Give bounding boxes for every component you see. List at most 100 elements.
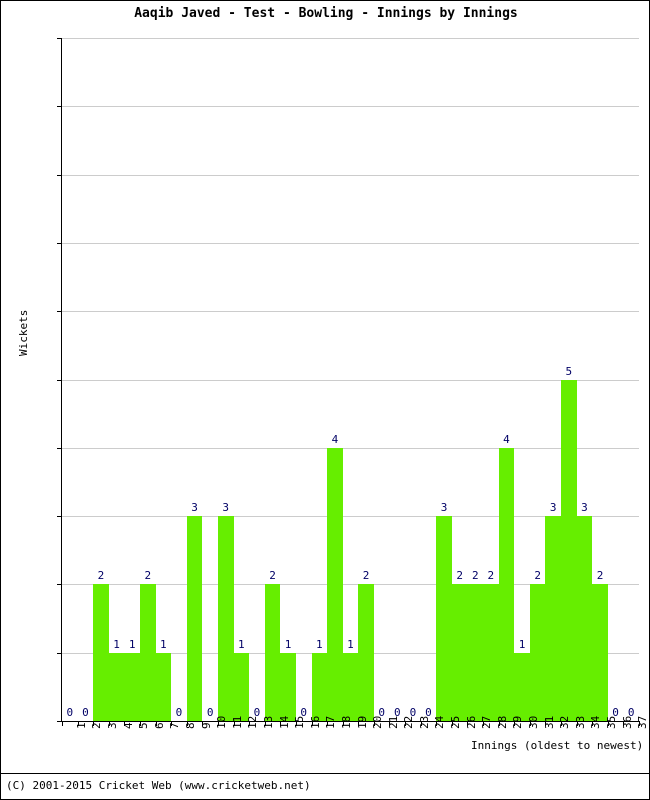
- x-tick-label: 3: [105, 722, 119, 729]
- bar-value-label: 1: [347, 637, 354, 651]
- y-tick-mark: [57, 379, 62, 381]
- x-tick-mark: [62, 721, 63, 726]
- x-tick-label: 23: [417, 715, 431, 729]
- bar-value-label: 3: [222, 501, 230, 515]
- gridline: [62, 106, 639, 108]
- bar: [545, 516, 562, 721]
- bar-value-label: 0: [82, 706, 89, 719]
- bar: [451, 584, 468, 721]
- x-tick-mark: [436, 721, 437, 726]
- x-tick-mark: [483, 721, 484, 726]
- x-tick-mark: [514, 721, 515, 726]
- bar: [264, 584, 281, 721]
- x-tick-mark: [140, 721, 141, 726]
- x-tick-mark: [249, 721, 250, 726]
- y-tick-mark: [57, 516, 62, 518]
- x-tick-label: 28: [495, 715, 509, 729]
- bar-value-label: 0: [175, 706, 183, 719]
- x-tick-mark: [374, 721, 375, 726]
- y-tick-mark: [57, 38, 62, 39]
- bar-value-label: 2: [362, 569, 370, 583]
- x-tick-mark: [639, 721, 640, 726]
- x-tick-mark: [93, 721, 94, 726]
- gridline: [62, 447, 639, 449]
- x-tick-mark: [467, 721, 468, 726]
- bar-value-label: 1: [113, 637, 120, 651]
- x-tick-mark: [187, 721, 188, 726]
- chart-title: Aaqib Javed - Test - Bowling - Innings b…: [134, 6, 518, 21]
- bar: [93, 584, 109, 721]
- x-tick-label: 33: [573, 715, 587, 729]
- bar-value-label: 3: [440, 501, 448, 515]
- bar: [233, 652, 250, 721]
- x-tick-mark: [592, 721, 593, 726]
- x-tick-mark: [561, 721, 562, 726]
- bar: [139, 584, 156, 721]
- x-tick-mark: [577, 721, 578, 726]
- bar-value-label: 2: [534, 569, 541, 583]
- bar-value-label: 2: [97, 569, 105, 583]
- bar: [280, 652, 296, 721]
- bar-value-label: 2: [471, 569, 479, 583]
- x-tick-label: 16: [308, 715, 322, 729]
- bar-value-label: 5: [565, 364, 573, 378]
- x-tick-mark: [545, 721, 546, 726]
- x-tick-label: 1: [74, 722, 88, 729]
- bar-value-label: 4: [503, 432, 510, 446]
- x-tick-mark: [327, 721, 328, 726]
- bar: [467, 584, 484, 721]
- bar: [311, 652, 328, 721]
- y-tick-mark: [57, 106, 62, 108]
- x-tick-label: 25: [449, 715, 463, 729]
- bar: [358, 584, 374, 721]
- bar: [436, 516, 452, 721]
- bar-value-label: 3: [191, 501, 198, 515]
- bar-value-label: 3: [549, 501, 557, 515]
- bar-value-label: 2: [269, 569, 276, 583]
- bar-value-label: 4: [331, 432, 339, 446]
- x-tick-label: 11: [230, 715, 244, 729]
- y-tick-mark: [57, 584, 62, 586]
- x-tick-mark: [389, 721, 390, 726]
- gridline: [62, 379, 639, 381]
- bar-value-label: 0: [66, 706, 74, 719]
- gridline: [62, 242, 639, 244]
- x-tick-mark: [265, 721, 266, 726]
- x-tick-mark: [78, 721, 79, 726]
- gridline: [62, 311, 639, 313]
- y-tick-mark: [57, 447, 62, 449]
- bar: [155, 652, 172, 721]
- bar-value-label: 1: [128, 637, 136, 651]
- bar: [483, 584, 499, 721]
- y-tick-mark: [57, 242, 62, 244]
- x-tick-label: 6: [152, 722, 166, 729]
- footer-bar: (C) 2001-2015 Cricket Web (www.cricketwe…: [1, 773, 650, 800]
- bowling-innings-chart: Aaqib Javed - Test - Bowling - Innings b…: [0, 0, 650, 800]
- bar-value-label: 1: [160, 637, 167, 651]
- x-tick-label: 35: [605, 715, 618, 729]
- y-tick-mark: [57, 652, 62, 654]
- bar: [529, 584, 546, 721]
- bar-value-label: 2: [144, 569, 152, 583]
- x-tick-mark: [280, 721, 281, 726]
- x-tick-mark: [421, 721, 422, 726]
- x-tick-mark: [343, 721, 344, 726]
- bar: [592, 584, 608, 721]
- bar: [217, 516, 234, 721]
- bar: [124, 652, 140, 721]
- bar-value-label: 1: [518, 637, 526, 651]
- x-tick-mark: [530, 721, 531, 726]
- x-tick-label: 30: [527, 715, 541, 729]
- y-tick-mark: [57, 174, 62, 176]
- x-tick-label: 18: [339, 715, 353, 729]
- bar-value-label: 2: [487, 569, 495, 583]
- x-tick-mark: [623, 721, 624, 726]
- y-tick-mark: [57, 311, 62, 313]
- bar-value-label: 2: [596, 569, 604, 583]
- x-tick-mark: [109, 721, 110, 726]
- x-tick-mark: [452, 721, 453, 726]
- bar: [342, 652, 359, 721]
- gridline: [62, 38, 639, 39]
- bar: [498, 447, 515, 721]
- x-tick-mark: [405, 721, 406, 726]
